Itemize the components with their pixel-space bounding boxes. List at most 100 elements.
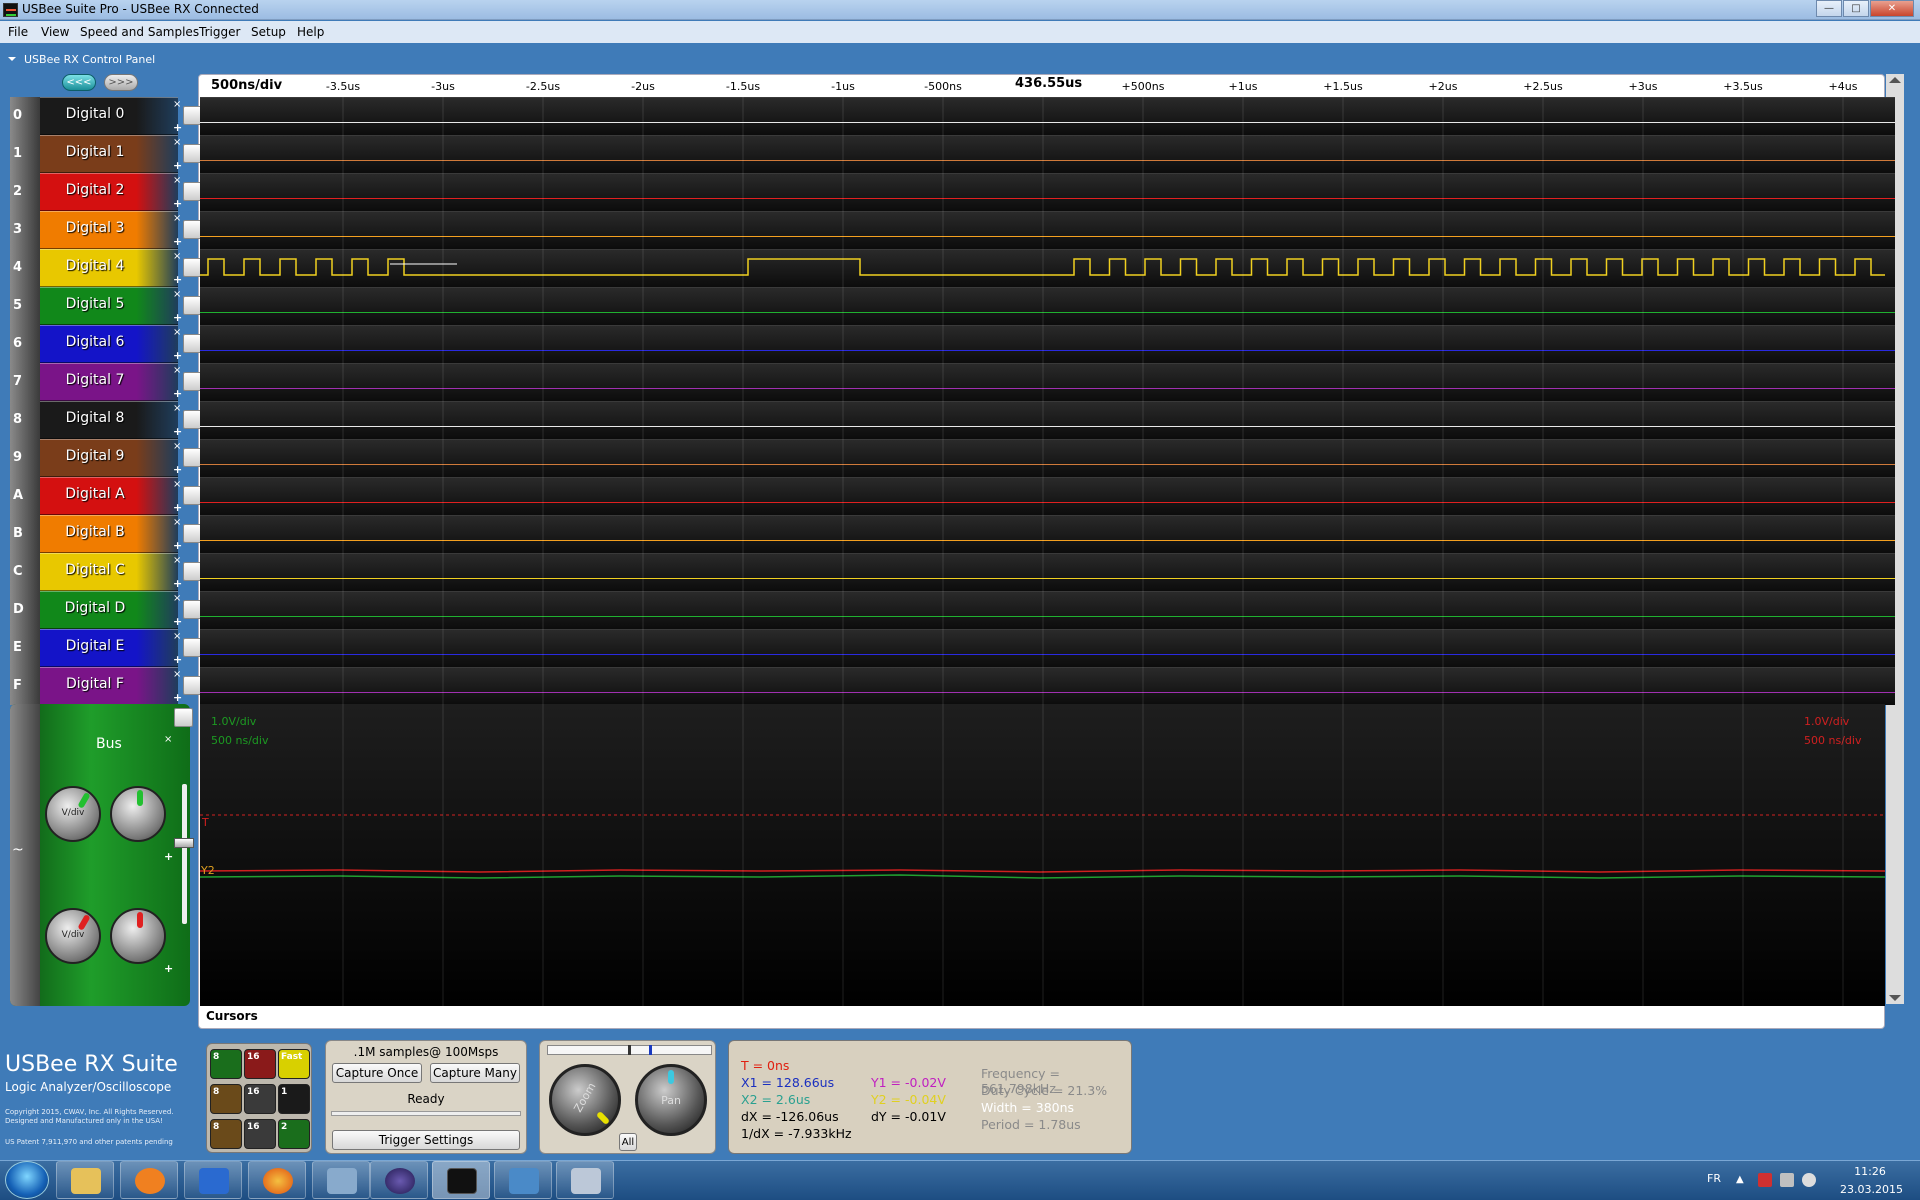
mode-8-analog-1[interactable]: 8 [210,1084,242,1114]
close-button[interactable]: ✕ [1870,0,1914,17]
menu-setup[interactable]: Setup [251,25,286,39]
channel-add-icon[interactable]: + [173,197,182,210]
zoom-knob[interactable]: Zoom [549,1064,621,1136]
channel-close-icon[interactable]: × [173,137,181,148]
taskbar-calculator[interactable] [556,1161,614,1199]
channel-label-cell[interactable]: Digital C × + [40,553,182,591]
channel-close-icon[interactable]: × [173,555,181,566]
mode-16-digital[interactable]: 16 [244,1049,276,1079]
channel-close-icon[interactable]: × [173,593,181,604]
channel-label-cell[interactable]: Digital 4 × + [40,249,182,287]
control-panel-toggle[interactable]: USBee RX Control Panel [8,53,155,66]
zoom-all-button[interactable]: All [619,1133,637,1151]
channel-label-cell[interactable]: Digital 1 × + [40,135,182,173]
channel-label-cell[interactable]: Digital F × + [40,667,182,705]
channel-add-icon[interactable]: + [173,577,182,590]
channel-label-cell[interactable]: Digital E × + [40,629,182,667]
channel-close-icon[interactable]: × [173,213,181,224]
mode-16-analog-2[interactable]: 16 [244,1119,276,1149]
start-button[interactable] [5,1161,49,1199]
channel-add-icon[interactable]: + [173,691,182,704]
channel-add-icon[interactable]: + [173,235,182,248]
bus-add-icon-2[interactable]: + [164,962,173,975]
channel-close-icon[interactable]: × [173,327,181,338]
channel-close-icon[interactable]: × [173,441,181,452]
mode-1-analog[interactable]: 1 [278,1084,310,1114]
channel-close-icon[interactable]: × [173,175,181,186]
bus-close-icon[interactable]: × [164,734,172,745]
mode-8-analog-2[interactable]: 8 [210,1119,242,1149]
channel-label-cell[interactable]: Digital 7 × + [40,363,182,401]
mode-2-analog[interactable]: 2 [278,1119,310,1149]
volts-div-knob-2[interactable]: V/div [45,908,101,964]
pan-knob[interactable]: Pan [635,1064,707,1136]
bus-add-icon-1[interactable]: + [164,850,173,863]
channel-add-icon[interactable]: + [173,387,182,400]
channel-close-icon[interactable]: × [173,403,181,414]
channel-close-icon[interactable]: × [173,251,181,262]
tray-expand-icon[interactable]: ▲ [1736,1174,1744,1185]
channel-add-icon[interactable]: + [173,501,182,514]
channel-label-cell[interactable]: Digital A × + [40,477,182,515]
position-slider[interactable] [547,1045,712,1055]
channel-label-cell[interactable]: Digital 5 × + [40,287,182,325]
mode-8-digital[interactable]: 8 [210,1049,242,1079]
menu-help[interactable]: Help [297,25,324,39]
channel-label-cell[interactable]: Digital D × + [40,591,182,629]
channel-add-icon[interactable]: + [173,311,182,324]
taskbar-usbee[interactable] [432,1161,490,1199]
clock-time[interactable]: 11:26 [1840,1165,1900,1178]
taskbar-media-player[interactable] [120,1161,178,1199]
network-icon[interactable] [1780,1173,1794,1187]
clock-date[interactable]: 23.03.2015 [1840,1183,1903,1196]
taskbar-photo-viewer[interactable] [494,1161,552,1199]
channel-label-cell[interactable]: Digital 8 × + [40,401,182,439]
channel-close-icon[interactable]: × [173,365,181,376]
channel-add-icon[interactable]: + [173,121,182,134]
maximize-button[interactable]: □ [1843,0,1869,17]
cursors-label[interactable]: Cursors [206,1009,258,1023]
channel-add-icon[interactable]: + [173,425,182,438]
channel-close-icon[interactable]: × [173,631,181,642]
nav-left-button[interactable]: <<< [62,74,96,91]
menu-file[interactable]: File [8,25,28,39]
mode-16-analog-1[interactable]: 16 [244,1084,276,1114]
channel-close-icon[interactable]: × [173,289,181,300]
offset-knob-1[interactable] [110,786,166,842]
channel-label-cell[interactable]: Digital 9 × + [40,439,182,477]
channel-close-icon[interactable]: × [173,517,181,528]
flag-icon[interactable] [1758,1173,1772,1187]
taskbar-firefox[interactable] [248,1161,306,1199]
channel-label-cell[interactable]: Digital 2 × + [40,173,182,211]
samples-label[interactable]: .1M samples@ 100Msps [326,1045,526,1059]
menu-speed-and-samples[interactable]: Speed and Samples [80,25,199,39]
taskbar-explorer[interactable] [56,1161,114,1199]
offset-knob-2[interactable] [110,908,166,964]
channel-add-icon[interactable]: + [173,463,182,476]
channel-add-icon[interactable]: + [173,273,182,286]
channel-label-cell[interactable]: Digital 3 × + [40,211,182,249]
mode-fast[interactable]: Fast [278,1049,310,1079]
capture-once-button[interactable]: Capture Once [332,1063,422,1083]
analog-slider-thumb[interactable] [174,838,194,848]
language-indicator[interactable]: FR [1707,1172,1721,1185]
menu-view[interactable]: View [41,25,69,39]
volts-div-knob-1[interactable]: V/div [45,786,101,842]
capture-many-button[interactable]: Capture Many [430,1063,520,1083]
channel-label-cell[interactable]: Digital 0 × + [40,97,182,135]
menu-trigger[interactable]: Trigger [199,25,240,39]
channel-close-icon[interactable]: × [173,99,181,110]
channel-add-icon[interactable]: + [173,615,182,628]
nav-right-button[interactable]: >>> [104,74,138,91]
channel-close-icon[interactable]: × [173,669,181,680]
minimize-button[interactable]: — [1816,0,1842,17]
bus-checkbox[interactable] [174,708,193,727]
channel-label-cell[interactable]: Digital B × + [40,515,182,553]
taskbar-app-5[interactable] [312,1161,370,1199]
taskbar-eclipse[interactable] [370,1161,428,1199]
channel-add-icon[interactable]: + [173,159,182,172]
channel-add-icon[interactable]: + [173,539,182,552]
channel-add-icon[interactable]: + [173,349,182,362]
volume-icon[interactable] [1802,1173,1816,1187]
channel-close-icon[interactable]: × [173,479,181,490]
